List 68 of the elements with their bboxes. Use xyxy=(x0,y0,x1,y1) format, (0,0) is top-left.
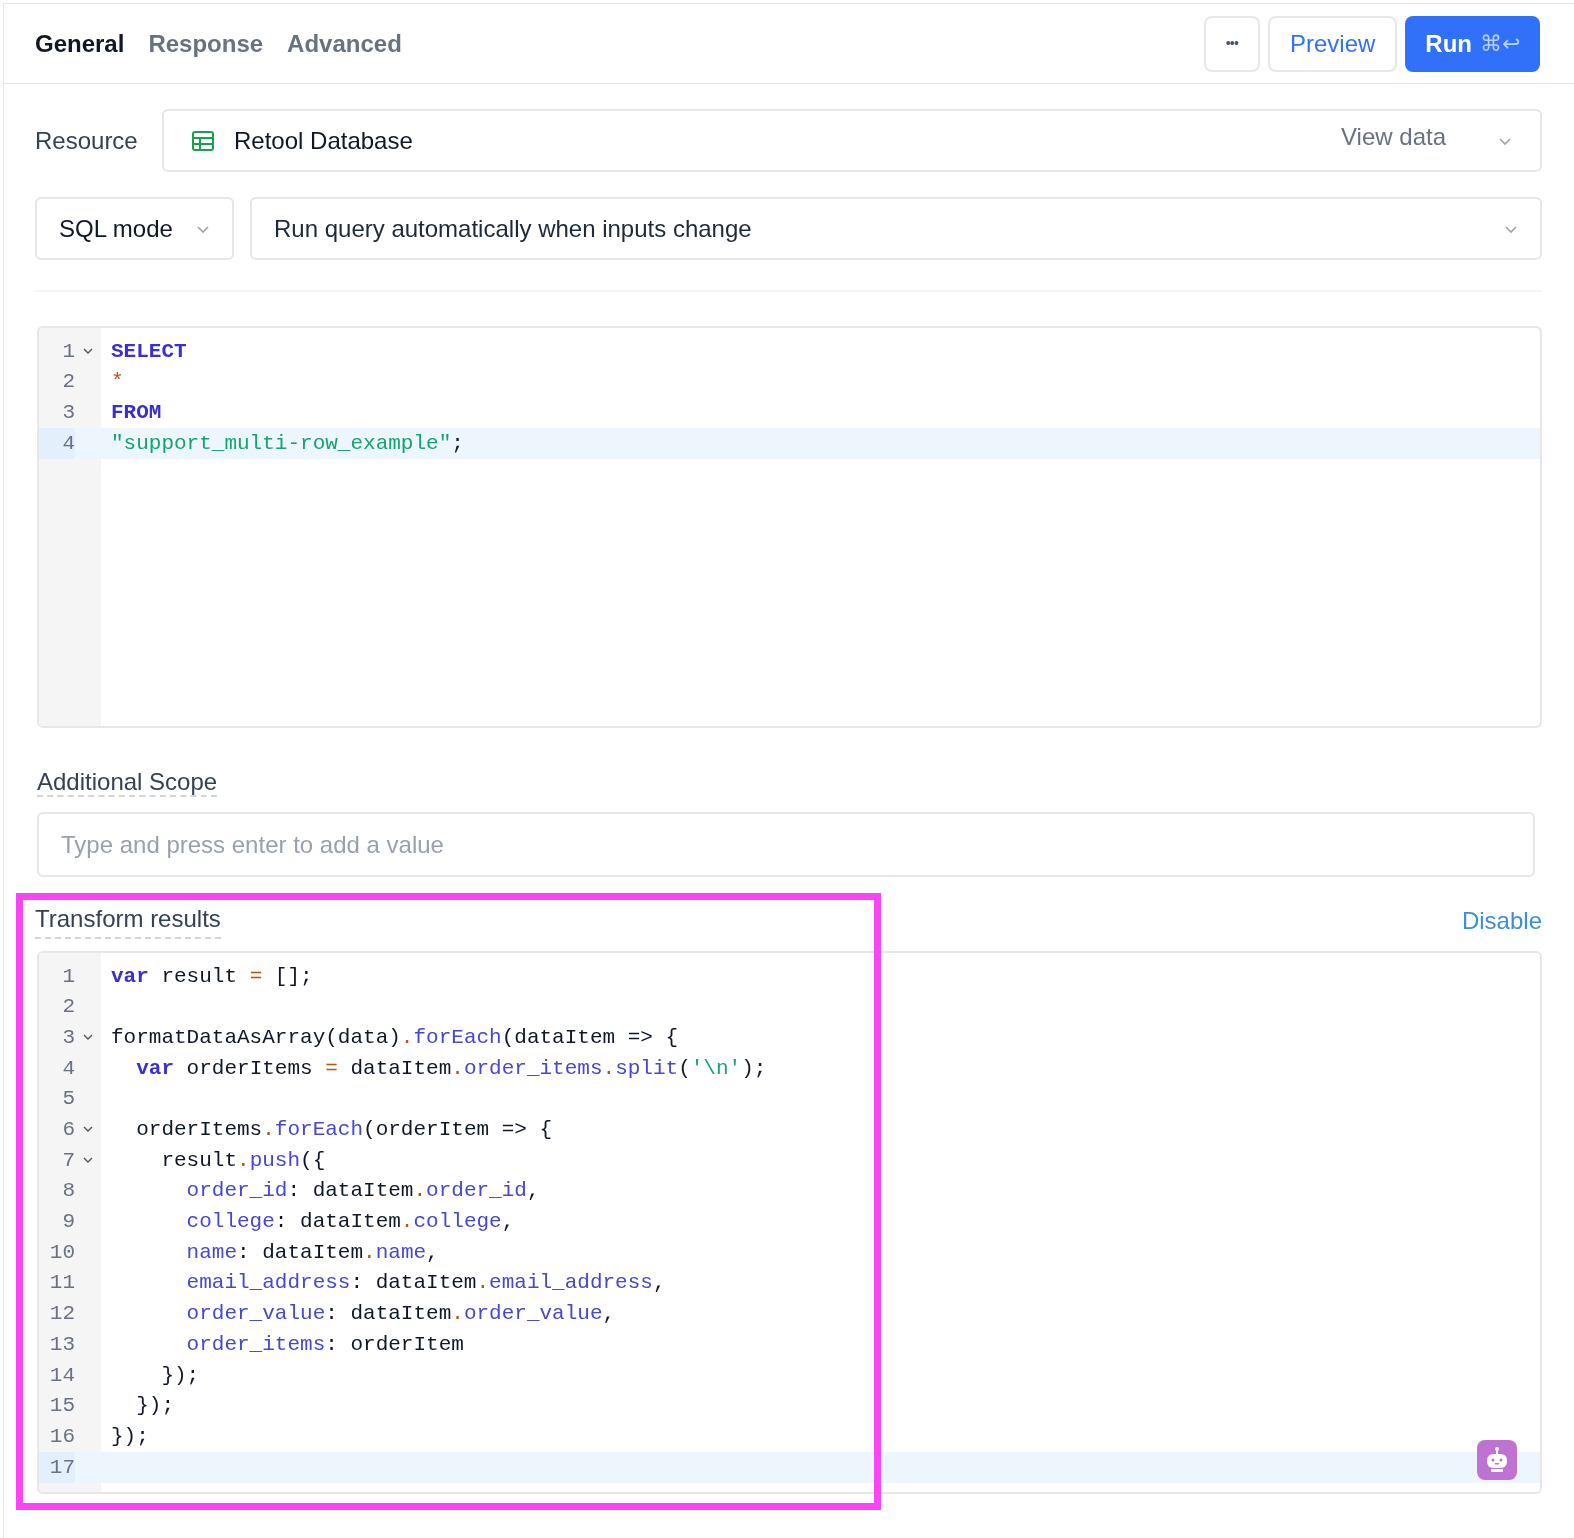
line-number: 12 xyxy=(48,1301,75,1328)
code-line: var result = []; xyxy=(110,963,313,990)
code-line: }); xyxy=(160,1362,200,1389)
code-editor[interactable] xyxy=(37,951,1542,1494)
line-number: 5 xyxy=(61,1086,75,1113)
line-number: 1 xyxy=(61,963,75,990)
tab[interactable]: General xyxy=(35,25,125,62)
code-line: result.push({ xyxy=(160,1147,326,1174)
fold-chevron-icon[interactable] xyxy=(83,1126,93,1134)
trigger-select[interactable]: Run query automatically when inputs change xyxy=(250,197,1542,260)
code-line: order_value: dataItem.order_value, xyxy=(185,1301,616,1328)
line-number: 4 xyxy=(61,1055,75,1082)
code-line: order_items: orderItem xyxy=(185,1331,464,1358)
line-number: 1 xyxy=(61,338,75,365)
code-line: }); xyxy=(110,1423,149,1450)
line-number: 2 xyxy=(61,994,75,1021)
code-line: "support_multi-row_example"; xyxy=(110,430,464,457)
line-number: 6 xyxy=(61,1117,75,1144)
table-icon xyxy=(192,130,214,151)
resource-value: Retool Database xyxy=(234,125,413,156)
robot-icon xyxy=(1484,1446,1510,1474)
code-line: * xyxy=(110,369,124,396)
preview-button[interactable]: Preview xyxy=(1268,15,1398,72)
code-line: }); xyxy=(135,1393,174,1420)
line-number: 7 xyxy=(61,1147,75,1174)
fold-chevron-icon[interactable] xyxy=(83,1156,93,1164)
line-number: 16 xyxy=(48,1423,75,1450)
input-field[interactable]: Type and press enter to add a value xyxy=(37,812,1535,877)
section-label: Transform results xyxy=(35,901,221,939)
view-data-link[interactable]: View data xyxy=(1341,118,1446,155)
line-number: 9 xyxy=(61,1209,75,1236)
chevron-down-icon xyxy=(1504,223,1518,234)
line-number: 13 xyxy=(48,1331,75,1358)
code-line: SELECT xyxy=(110,338,187,365)
code-line: formatDataAsArray(data).forEach(dataItem => { xyxy=(110,1024,679,1051)
code-line: college: dataItem.college, xyxy=(185,1209,515,1236)
run-label: Run xyxy=(1425,28,1472,59)
more-button[interactable]: ••• xyxy=(1204,15,1260,72)
line-number: 3 xyxy=(61,399,75,426)
tab[interactable]: Advanced xyxy=(287,25,402,62)
resource-label: Resource xyxy=(35,125,139,156)
code-line: order_id: dataItem.order_id, xyxy=(185,1178,540,1205)
tab[interactable]: Response xyxy=(148,25,264,62)
chevron-down-icon xyxy=(196,223,210,234)
shortcut-hint: ⌘↩ xyxy=(1480,30,1520,58)
code-editor[interactable]: 1 SELECT 2 * 3 FROM 4 "support_multi-row_example"; xyxy=(37,326,1542,728)
line-number: 4 xyxy=(39,427,75,460)
line-number: 10 xyxy=(48,1239,75,1266)
line-number: 8 xyxy=(61,1178,75,1205)
line-number: 3 xyxy=(61,1024,75,1051)
fold-chevron-icon[interactable] xyxy=(83,347,93,355)
code-line: email_address: dataItem.email_address, xyxy=(185,1270,666,1297)
chevron-down-icon xyxy=(1498,135,1512,146)
line-number: 14 xyxy=(48,1362,75,1389)
code-line: var orderItems = dataItem.order_items.split('\n'); xyxy=(135,1055,767,1082)
line-number: 11 xyxy=(48,1270,75,1297)
fold-chevron-icon[interactable] xyxy=(83,1034,93,1042)
code-line: name: dataItem.name, xyxy=(185,1239,439,1266)
assistant-button[interactable] xyxy=(1477,1440,1517,1480)
run-button[interactable]: Run ⌘↩ xyxy=(1405,15,1540,72)
section-label: Additional Scope xyxy=(37,768,218,797)
resource-select[interactable]: Retool Database View data xyxy=(162,109,1542,172)
code-line: FROM xyxy=(110,399,162,426)
line-number: 17 xyxy=(39,1451,75,1484)
line-number: 2 xyxy=(61,369,75,396)
line-number: 15 xyxy=(48,1393,75,1420)
mode-select[interactable]: SQL mode xyxy=(35,197,234,260)
code-line: orderItems.forEach(orderItem => { xyxy=(135,1117,553,1144)
